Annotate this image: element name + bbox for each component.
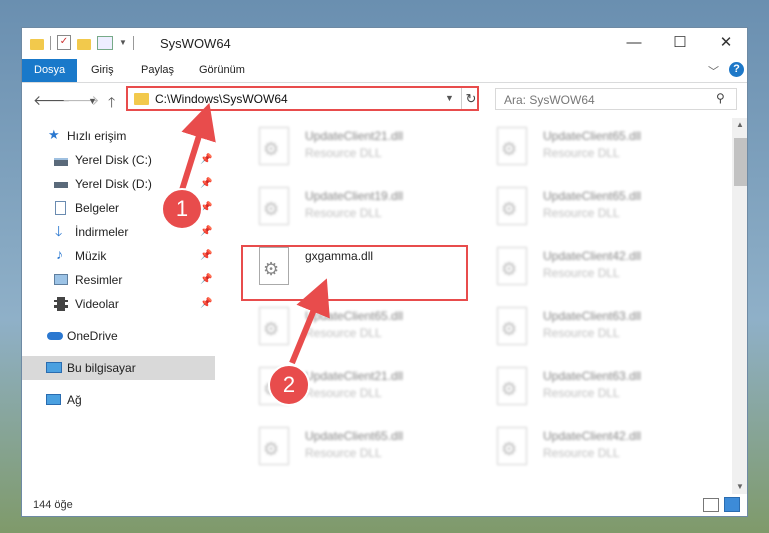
annotation-arrows <box>179 102 330 365</box>
arrow-1 <box>179 102 216 191</box>
arrow-2 <box>289 278 330 365</box>
step-2-badge: 2 <box>268 364 310 406</box>
step-1-badge: 1 <box>161 188 203 230</box>
